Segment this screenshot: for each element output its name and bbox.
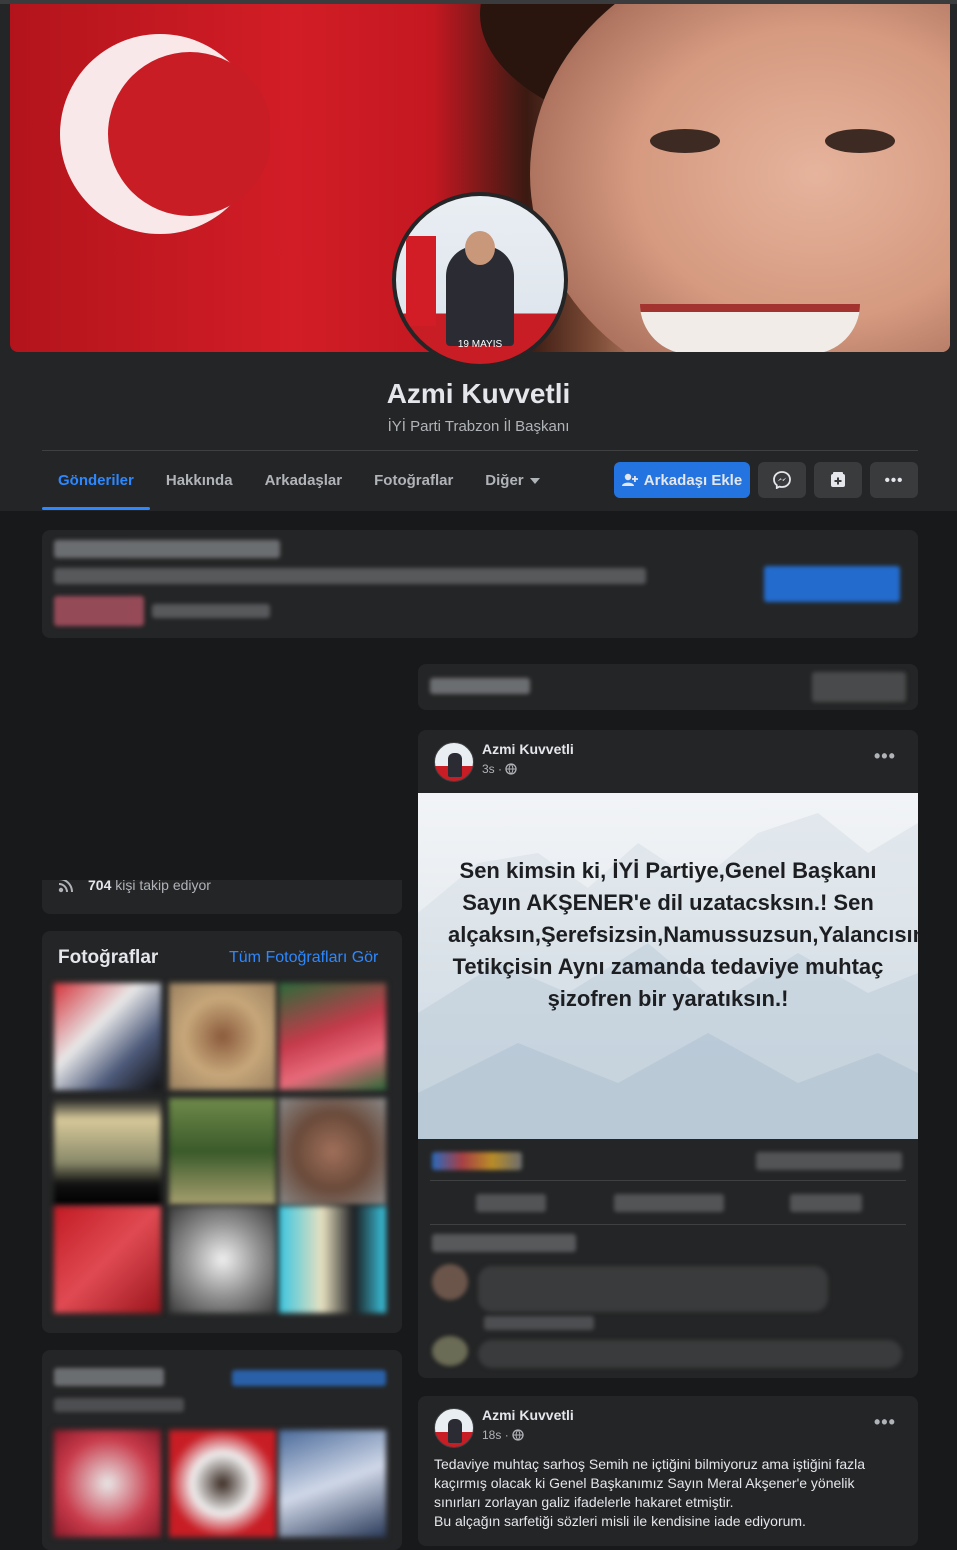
add-friend-label: Arkadaşı Ekle: [643, 471, 743, 489]
post-body-line: kaçırmış olacak ki Genel Başkanımız Sayı…: [434, 1475, 855, 1491]
post-options-button[interactable]: •••: [874, 746, 896, 767]
post-author-name[interactable]: Azmi Kuvvetli: [482, 1407, 574, 1423]
friends-card: [42, 1350, 402, 1550]
tab-photos[interactable]: Fotoğraflar: [358, 452, 469, 510]
tab-about-label: Hakkında: [165, 472, 233, 489]
photo-thumbnail[interactable]: [54, 1206, 161, 1313]
photo-thumbnail[interactable]: [54, 983, 161, 1090]
see-all-photos-link[interactable]: Tüm Fotoğrafları Gör: [229, 949, 378, 967]
profile-bio: İYİ Parti Trabzon İl Başkanı: [387, 418, 570, 435]
intro-card: 704 kişi takip ediyor: [42, 880, 402, 914]
add-friend-button[interactable]: Arkadaşı Ekle: [614, 462, 750, 498]
post-body-line: Bu alçağın sarfetiği sözleri misli ile k…: [434, 1513, 806, 1529]
photo-thumbnail[interactable]: [279, 1206, 386, 1313]
tab-posts[interactable]: Gönderiler: [42, 452, 150, 510]
post-body-line: sınırları zorlayan galiz ifadelerle haka…: [434, 1494, 734, 1510]
post-body-text: Tedaviye muhtaç sarhoş Semih ne içtiğini…: [434, 1455, 904, 1531]
blurred-action-button[interactable]: [764, 566, 900, 602]
profile-tabs: Gönderiler Hakkında Arkadaşlar Fotoğrafl…: [42, 452, 556, 510]
like-button[interactable]: [476, 1194, 546, 1212]
photos-title: Fotoğraflar: [58, 947, 159, 968]
followers-count: 704: [88, 880, 112, 893]
avatar-caption: 19 MAYIS: [457, 339, 503, 350]
photo-thumbnail[interactable]: [279, 983, 386, 1090]
post-meta: 18s ·: [482, 1428, 524, 1442]
followers-row: 704 kişi takip ediyor: [58, 880, 211, 893]
post-image[interactable]: Sen kimsin ki, İYİ Partiye,Genel Başkanı…: [418, 793, 918, 1139]
post-author-avatar[interactable]: [434, 742, 474, 782]
post-options-button[interactable]: •••: [874, 1412, 896, 1433]
post-meta: 3s ·: [482, 762, 518, 776]
friend-thumbnail[interactable]: [54, 1430, 161, 1537]
profile-header: 19 MAYIS Azmi Kuvvetli İYİ Parti Trabzon…: [0, 0, 957, 511]
post-author-avatar[interactable]: [434, 1408, 474, 1448]
post-time[interactable]: 18s: [482, 1428, 501, 1442]
tab-about[interactable]: Hakkında: [150, 452, 249, 510]
tab-friends[interactable]: Arkadaşlar: [249, 452, 359, 510]
flag-crescent-icon: [60, 34, 270, 234]
follow-button[interactable]: [814, 462, 862, 498]
tab-posts-label: Gönderiler: [58, 472, 134, 489]
post-time[interactable]: 3s: [482, 762, 495, 776]
chevron-down-icon: [529, 478, 540, 485]
globe-icon: [512, 1429, 524, 1441]
header-divider: [42, 450, 918, 451]
suggestion-card: [42, 530, 918, 638]
friend-thumbnail[interactable]: [279, 1430, 386, 1537]
rss-icon: [58, 880, 73, 893]
tab-friends-label: Arkadaşlar: [264, 472, 343, 489]
tab-more[interactable]: Diğer: [469, 452, 555, 510]
post-body-line: Tedaviye muhtaç sarhoş Semih ne içtiğini…: [434, 1456, 866, 1472]
comment-button[interactable]: [614, 1194, 724, 1212]
comment-input[interactable]: [478, 1340, 902, 1368]
tab-more-label: Diğer: [485, 472, 524, 489]
globe-icon: [505, 763, 518, 775]
photos-card: Fotoğraflar Tüm Fotoğrafları Gör: [42, 931, 402, 1333]
profile-avatar[interactable]: 19 MAYIS: [392, 192, 568, 368]
profile-name: Azmi Kuvvetli: [386, 378, 571, 409]
post-author-name[interactable]: Azmi Kuvvetli: [482, 741, 574, 757]
more-options-button[interactable]: •••: [870, 462, 918, 498]
photo-thumbnail[interactable]: [54, 1098, 161, 1205]
photo-thumbnail[interactable]: [169, 983, 276, 1090]
messenger-button[interactable]: [758, 462, 806, 498]
tab-photos-label: Fotoğraflar: [374, 472, 454, 489]
photo-thumbnail[interactable]: [169, 1206, 276, 1313]
share-button[interactable]: [790, 1194, 862, 1212]
friend-thumbnail[interactable]: [169, 1430, 276, 1537]
photo-thumbnail[interactable]: [279, 1098, 386, 1205]
filter-button[interactable]: [812, 672, 906, 702]
more-dots-icon: •••: [884, 471, 904, 489]
photo-thumbnail[interactable]: [169, 1098, 276, 1205]
posts-filter-bar: [418, 664, 918, 710]
post-quote-text: Sen kimsin ki, İYİ Partiye,Genel Başkanı…: [448, 858, 918, 1011]
add-friend-icon: [621, 473, 638, 486]
follow-icon: [831, 472, 845, 487]
followers-text: kişi takip ediyor: [115, 880, 211, 893]
messenger-icon: [773, 471, 791, 489]
